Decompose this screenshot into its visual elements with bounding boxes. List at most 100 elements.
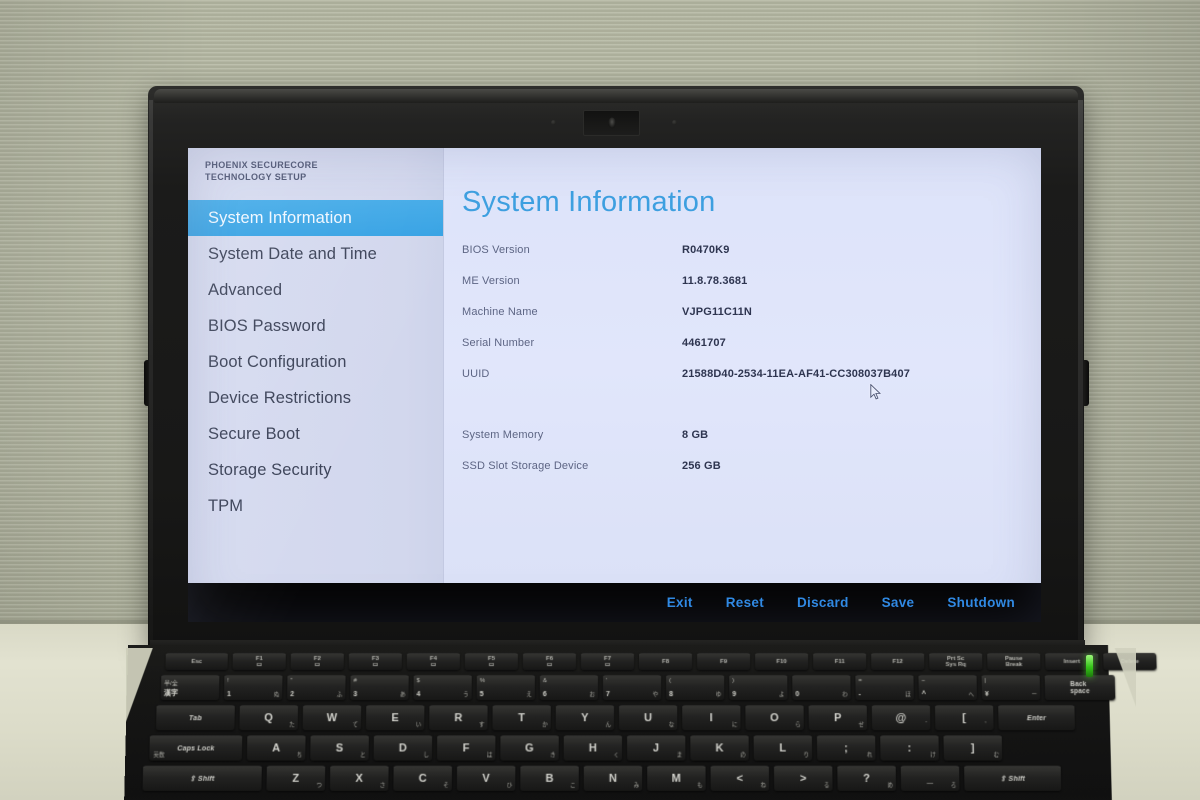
key-g[interactable]: Gき bbox=[500, 735, 558, 760]
sidebar-item-label: Advanced bbox=[208, 281, 282, 300]
key-k[interactable]: = - ほ bbox=[855, 675, 913, 700]
key-k[interactable]: Kの bbox=[690, 735, 748, 760]
key-u[interactable]: Uな bbox=[619, 705, 677, 730]
key-f3[interactable]: F3 ▭ bbox=[349, 653, 402, 670]
key-k[interactable]: _ ろ bbox=[901, 766, 960, 791]
key-f2[interactable]: F2 ▭ bbox=[291, 653, 344, 670]
key-9[interactable]: ) 9 よ bbox=[729, 675, 787, 700]
sidebar-item-advanced[interactable]: Advanced bbox=[188, 272, 443, 308]
key-s[interactable]: Sと bbox=[310, 735, 369, 760]
key-label: : bbox=[907, 742, 911, 754]
key-f4[interactable]: F4 ▭ bbox=[407, 653, 460, 670]
key-i[interactable]: Iに bbox=[682, 705, 740, 730]
key-f10[interactable]: F10 bbox=[755, 653, 808, 670]
key-k[interactable]: ] む bbox=[943, 735, 1002, 760]
key-x[interactable]: Xさ bbox=[330, 766, 389, 791]
key-k[interactable]: > る bbox=[774, 766, 833, 791]
key-k[interactable]: :け bbox=[880, 735, 939, 760]
key-shift-12[interactable]: ⇧ Shift bbox=[964, 766, 1061, 791]
save-button[interactable]: Save bbox=[882, 595, 915, 610]
keyboard-home-row: Caps Lock英数AちSとDしFはGきHくJまKのLり;れ:け]む bbox=[149, 735, 1002, 760]
key-l[interactable]: Lり bbox=[754, 735, 813, 760]
key-q[interactable]: Qた bbox=[239, 705, 298, 730]
sidebar-item-system-date-and-time[interactable]: System Date and Time bbox=[188, 236, 443, 272]
key-kana-label: ね bbox=[760, 781, 766, 789]
key-label: 7 bbox=[606, 691, 610, 698]
key-f9[interactable]: F9 bbox=[697, 653, 750, 670]
key-enter[interactable]: Enter bbox=[998, 705, 1075, 730]
key-4[interactable]: $4 う bbox=[413, 675, 471, 700]
key-b[interactable]: Bこ bbox=[520, 766, 578, 791]
key-f8[interactable]: F8 bbox=[639, 653, 692, 670]
key-prt-sc[interactable]: Prt Sc Sys Rq bbox=[929, 653, 982, 670]
key-e[interactable]: Eい bbox=[366, 705, 424, 730]
key-1[interactable]: ! 1 ぬ bbox=[224, 675, 283, 700]
key-j[interactable]: Jま bbox=[627, 735, 685, 760]
exit-button[interactable]: Exit bbox=[667, 595, 693, 610]
sidebar-item-bios-password[interactable]: BIOS Password bbox=[188, 308, 443, 344]
key-label: M bbox=[672, 773, 681, 785]
key-r[interactable]: Rす bbox=[429, 705, 487, 730]
webcam-sensor-left-icon bbox=[551, 120, 556, 125]
sidebar-item-label: Boot Configuration bbox=[208, 353, 346, 372]
key-c[interactable]: Cそ bbox=[393, 766, 452, 791]
shutdown-button[interactable]: Shutdown bbox=[947, 595, 1015, 610]
sidebar-item-boot-configuration[interactable]: Boot Configuration bbox=[188, 344, 443, 380]
key-f11[interactable]: F11 bbox=[813, 653, 866, 670]
key-kana-label: ほ bbox=[905, 690, 911, 698]
key-label: X bbox=[355, 773, 363, 785]
key-k[interactable]: @゙ bbox=[872, 705, 931, 730]
sidebar-item-tpm[interactable]: TPM bbox=[188, 488, 443, 524]
key-k[interactable]: [゜ bbox=[935, 705, 994, 730]
key-k[interactable]: ? め bbox=[837, 766, 896, 791]
key-pause[interactable]: Pause Break bbox=[987, 653, 1040, 670]
key-2[interactable]: " 2 ふ bbox=[287, 675, 346, 700]
key-v[interactable]: Vひ bbox=[457, 766, 516, 791]
key-k[interactable]: ~ ^ へ bbox=[918, 675, 977, 700]
key-0[interactable]: 0わ bbox=[792, 675, 850, 700]
key-o[interactable]: Oら bbox=[745, 705, 803, 730]
key-d[interactable]: Dし bbox=[374, 735, 433, 760]
key-shift-label: ( bbox=[669, 678, 671, 684]
key-label: Z bbox=[292, 773, 299, 785]
sidebar-item-device-restrictions[interactable]: Device Restrictions bbox=[188, 380, 443, 416]
key-t[interactable]: Tか bbox=[492, 705, 550, 730]
key-3[interactable]: #3 あ bbox=[350, 675, 408, 700]
key-m[interactable]: Mも bbox=[647, 766, 705, 791]
key-kana-label: う bbox=[463, 690, 469, 698]
key-8[interactable]: (8 ゆ bbox=[666, 675, 724, 700]
key-z[interactable]: Zつ bbox=[266, 766, 325, 791]
key-6[interactable]: & 6 お bbox=[540, 675, 598, 700]
webcam-module bbox=[583, 110, 640, 136]
key-f1[interactable]: F1 ▭ bbox=[233, 653, 286, 670]
key-f6[interactable]: F6 ▭ bbox=[523, 653, 576, 670]
key-p[interactable]: Pせ bbox=[809, 705, 867, 730]
key-h[interactable]: Hく bbox=[564, 735, 622, 760]
key-label: 9 bbox=[732, 691, 736, 698]
key-f[interactable]: Fは bbox=[437, 735, 495, 760]
key-7[interactable]: ' 7 や bbox=[603, 675, 661, 700]
key-k[interactable]: | ¥ ー bbox=[982, 675, 1041, 700]
sidebar-item-system-information[interactable]: System Information bbox=[188, 200, 443, 236]
key-f5[interactable]: F5 ▭ bbox=[465, 653, 518, 670]
key-f12[interactable]: F12 bbox=[871, 653, 924, 670]
sidebar-item-secure-boot[interactable]: Secure Boot bbox=[188, 416, 443, 452]
key-shift-label: " bbox=[290, 678, 292, 684]
sidebar-item-storage-security[interactable]: Storage Security bbox=[188, 452, 443, 488]
key-k[interactable]: ; れ bbox=[817, 735, 876, 760]
reset-button[interactable]: Reset bbox=[726, 595, 764, 610]
key-kana-label: お bbox=[589, 690, 595, 698]
key-y[interactable]: Yん bbox=[556, 705, 614, 730]
key-a[interactable]: Aち bbox=[247, 735, 306, 760]
key-f7[interactable]: F7 ▭ bbox=[581, 653, 634, 670]
key-kana-label: ち bbox=[297, 750, 303, 758]
mouse-cursor-icon bbox=[870, 384, 881, 400]
key-k[interactable]: < ね bbox=[711, 766, 770, 791]
discard-button[interactable]: Discard bbox=[797, 595, 849, 610]
key-label: ; bbox=[844, 742, 848, 754]
key-label: W bbox=[327, 712, 338, 724]
key-kana-label: こ bbox=[570, 781, 576, 789]
key-5[interactable]: % 5 え bbox=[477, 675, 535, 700]
key-n[interactable]: Nみ bbox=[584, 766, 642, 791]
key-w[interactable]: Wて bbox=[303, 705, 362, 730]
